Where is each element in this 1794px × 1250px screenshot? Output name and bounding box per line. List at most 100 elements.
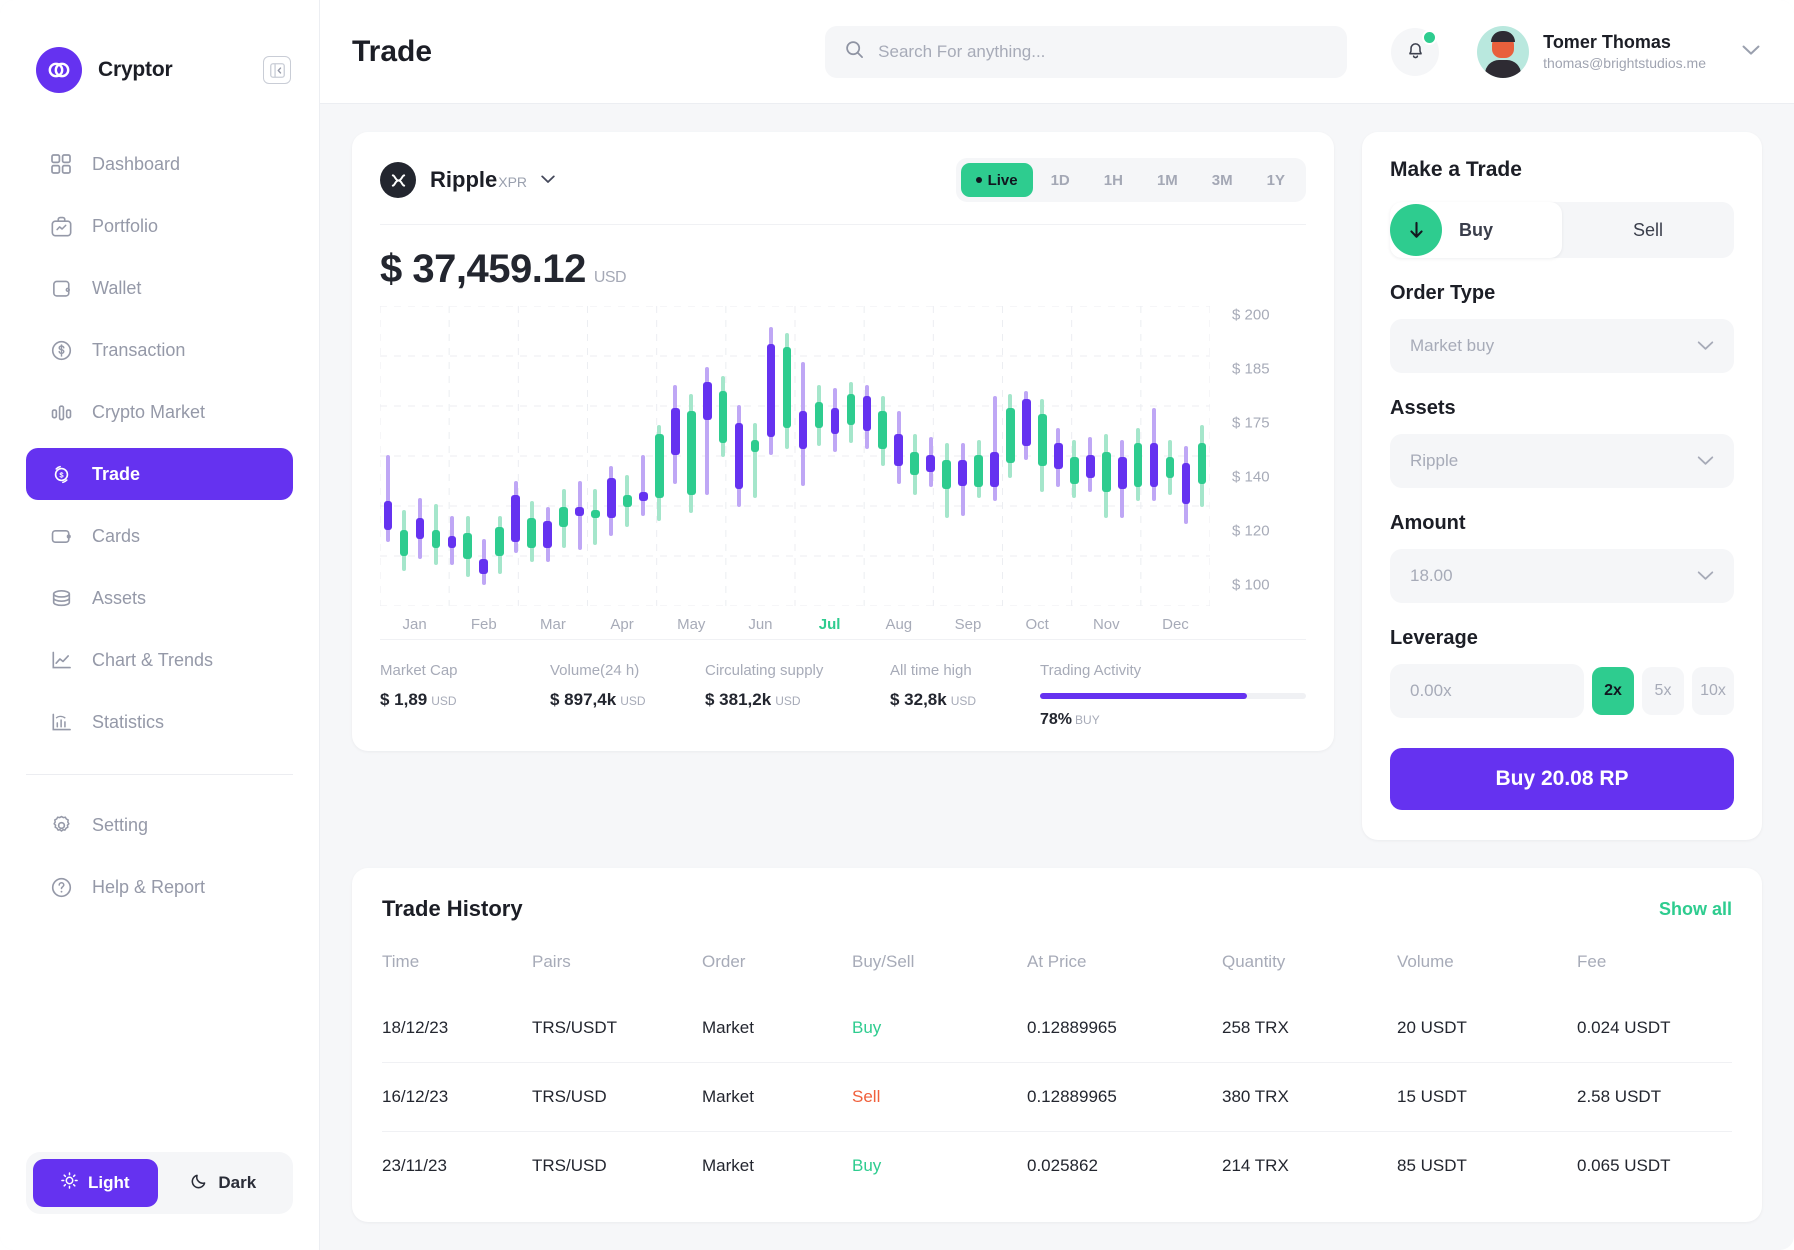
sidebar-item-label: Dashboard	[92, 153, 181, 174]
order-type-select[interactable]: Market buy	[1390, 319, 1734, 373]
stat-value: $ 32,8k USD	[890, 690, 977, 709]
sell-tab[interactable]: Sell	[1562, 202, 1734, 258]
candle-body	[1133, 442, 1143, 487]
column-header-pairs: Pairs	[532, 952, 571, 971]
candlestick	[718, 306, 728, 606]
table-row[interactable]: 18/12/23 TRS/USDT Market Buy 0.12889965 258 T…	[382, 994, 1732, 1063]
sidebar-item-trade[interactable]: $ Trade	[26, 448, 293, 500]
sidebar-item-setting[interactable]: Setting	[26, 799, 293, 851]
search-input[interactable]	[878, 41, 1328, 62]
submit-buy-button[interactable]: Buy 20.08 RP	[1390, 748, 1734, 810]
range-tab-1m[interactable]: 1M	[1141, 163, 1194, 197]
candle-body	[814, 402, 824, 429]
main-area: Trade Tomer Thomas thomas@brightstudios.…	[320, 0, 1794, 1250]
top-row: RippleXPR Live 1D 1H 1M 3M 1Y $ 37,459.1…	[352, 132, 1762, 840]
column-header-buy-sell: Buy/Sell	[852, 952, 915, 971]
sidebar-item-wallet[interactable]: Wallet	[26, 262, 293, 314]
show-all-link[interactable]: Show all	[1659, 899, 1732, 920]
theme-dark-label: Dark	[218, 1173, 257, 1192]
candlestick-chart[interactable]	[380, 306, 1210, 606]
stat-value: $ 1,89 USD	[380, 690, 457, 709]
table-row[interactable]: 23/11/23 TRS/USD Market Buy 0.025862 214 TRX 8…	[382, 1131, 1732, 1200]
range-tab-1y[interactable]: 1Y	[1251, 163, 1301, 197]
sidebar-item-transaction[interactable]: Transaction	[26, 324, 293, 376]
card-icon	[48, 523, 74, 549]
x-axis-tick: Nov	[1092, 616, 1120, 633]
current-price: $ 37,459.12 USD	[380, 247, 1306, 292]
bar-chart-icon	[48, 399, 74, 425]
cell-at-price: 0.025862	[1027, 1131, 1222, 1200]
activity-label: Trading Activity	[1040, 662, 1142, 679]
page-title: Trade	[352, 34, 433, 68]
coin-selector[interactable]: RippleXPR	[380, 162, 555, 198]
cell-fee: 2.58 USDT	[1577, 1062, 1732, 1132]
theme-light-button[interactable]: Light	[33, 1159, 158, 1207]
sidebar-item-chart-trends[interactable]: Chart & Trends	[26, 634, 293, 686]
range-tab-3m[interactable]: 3M	[1196, 163, 1249, 197]
candle-body	[463, 533, 473, 560]
chevron-down-icon[interactable]	[541, 171, 555, 189]
amount-select[interactable]: 18.00	[1390, 549, 1734, 603]
briefcase-icon	[48, 213, 74, 239]
range-tab-1d[interactable]: 1D	[1035, 163, 1086, 197]
table-row[interactable]: 16/12/23 TRS/USD Market Sell 0.12889965 380 T…	[382, 1062, 1732, 1132]
candlestick	[1022, 306, 1031, 606]
sidebar-item-portfolio[interactable]: Portfolio	[26, 200, 293, 252]
sidebar-item-statistics[interactable]: Statistics	[26, 696, 293, 748]
candle-body	[846, 393, 856, 426]
cell-pairs: TRS/USDT	[532, 1018, 617, 1037]
candlestick	[575, 306, 584, 606]
sidebar-item-dashboard[interactable]: Dashboard	[26, 138, 293, 190]
dollar-circle-icon	[48, 337, 74, 363]
wallet-icon	[48, 275, 74, 301]
sidebar-item-label: Crypto Market	[92, 401, 206, 422]
chevron-down-icon[interactable]	[1742, 43, 1760, 61]
candle-body	[718, 390, 728, 443]
candle-body	[559, 506, 568, 528]
cell-fee: 0.065 USDT	[1577, 1131, 1732, 1200]
candle-body	[798, 410, 808, 449]
leverage-input[interactable]: 0.00x	[1390, 664, 1584, 718]
candlestick	[670, 306, 680, 606]
candlestick	[958, 306, 967, 606]
notification-badge	[1422, 29, 1438, 45]
leverage-option-2x[interactable]: 2x	[1592, 667, 1634, 715]
candlestick	[990, 306, 999, 606]
candle-body	[702, 381, 712, 420]
stat-volume-24h: Volume(24 h) $ 897,4k USD	[550, 662, 705, 729]
theme-toggle: Light Dark	[26, 1152, 293, 1214]
sidebar-item-cards[interactable]: Cards	[26, 510, 293, 562]
candle-body	[511, 495, 520, 542]
leverage-option-10x[interactable]: 10x	[1692, 667, 1734, 715]
chevron-down-icon	[1697, 566, 1714, 586]
candlestick	[1133, 306, 1143, 606]
price-currency: USD	[593, 269, 627, 286]
x-axis-tick: Sep	[954, 616, 982, 633]
sidebar-item-help-report[interactable]: Help & Report	[26, 861, 293, 913]
search-box[interactable]	[825, 25, 1348, 78]
user-profile[interactable]: Tomer Thomas thomas@brightstudios.me	[1477, 25, 1760, 78]
coin-symbol: XPR	[498, 174, 528, 190]
candle-body	[383, 501, 393, 531]
range-tab-1h[interactable]: 1H	[1088, 163, 1139, 197]
sidebar-item-assets[interactable]: Assets	[26, 572, 293, 624]
candlestick	[942, 306, 951, 606]
candlestick	[782, 306, 792, 606]
leverage-label: Leverage	[1390, 627, 1478, 649]
column-header-fee: Fee	[1577, 952, 1607, 971]
line-chart-icon	[48, 647, 74, 673]
leverage-option-5x[interactable]: 5x	[1642, 667, 1684, 715]
chart-header: RippleXPR Live 1D 1H 1M 3M 1Y	[380, 158, 1306, 202]
user-name: Tomer Thomas	[1543, 32, 1671, 53]
sidebar-collapse-button[interactable]	[263, 56, 291, 84]
range-tab-live[interactable]: Live	[960, 163, 1033, 197]
y-axis-tick: $ 120	[1232, 522, 1270, 540]
theme-dark-button[interactable]: Dark	[162, 1159, 287, 1207]
assets-select[interactable]: Ripple	[1390, 434, 1734, 488]
sidebar-item-crypto-market[interactable]: Crypto Market	[26, 386, 293, 438]
candle-body	[910, 451, 919, 475]
sidebar-item-label: Setting	[92, 814, 149, 835]
notifications-button[interactable]	[1391, 27, 1440, 76]
candlestick	[559, 306, 568, 606]
candlestick	[894, 306, 904, 606]
